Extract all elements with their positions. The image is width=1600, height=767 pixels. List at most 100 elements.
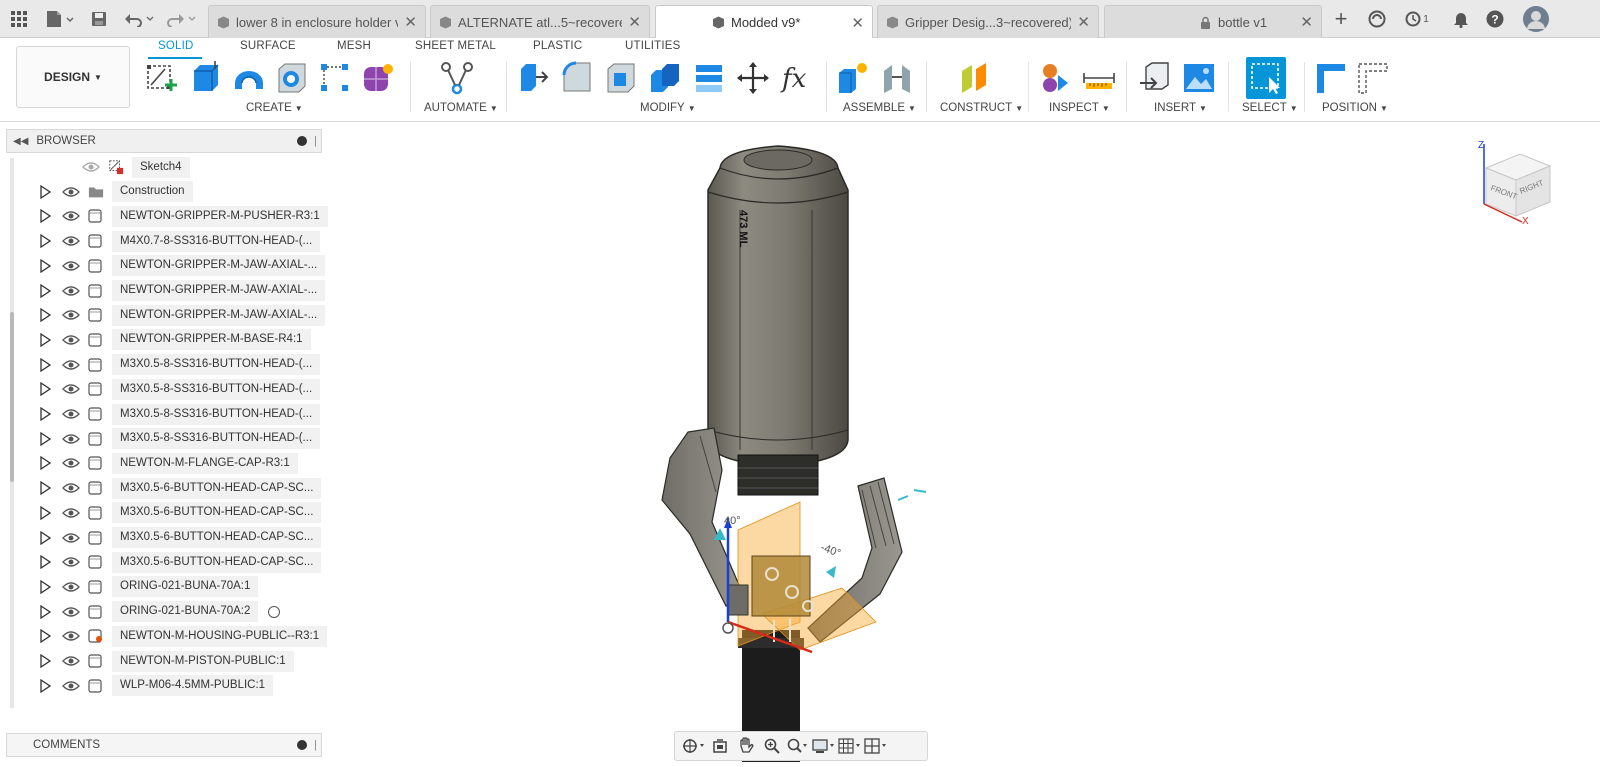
revolve-icon[interactable] [232, 59, 266, 97]
hole-icon[interactable] [275, 59, 309, 97]
close-icon[interactable]: ✕ [1300, 13, 1313, 31]
help-icon[interactable]: ? [1484, 8, 1506, 30]
panel-drag-handle[interactable]: | [314, 739, 317, 751]
form-icon[interactable] [361, 59, 395, 97]
browser-tree-node[interactable]: NEWTON-M-HOUSING-PUBLIC--R3:1 [38, 624, 328, 648]
expand-triangle-icon[interactable] [38, 283, 52, 298]
extensions-icon[interactable] [1366, 8, 1388, 30]
browser-tree-node[interactable]: M4X0.7-8-SS316-BUTTON-HEAD-(... [38, 229, 321, 253]
combine-icon[interactable] [648, 59, 682, 97]
grid-snaps-icon[interactable] [837, 735, 863, 757]
visibility-eye-icon[interactable] [62, 605, 80, 619]
expand-triangle-icon[interactable] [38, 654, 52, 668]
browser-tree-node[interactable]: M3X0.5-6-BUTTON-HEAD-CAP-SC... [38, 550, 322, 574]
browser-tree-node[interactable]: NEWTON-M-FLANGE-CAP-R3:1 [38, 451, 298, 475]
browser-tree-node[interactable]: ORING-021-BUNA-70A:2 [38, 600, 281, 624]
visibility-eye-icon[interactable] [62, 629, 80, 643]
offset-plane-icon[interactable] [958, 59, 992, 97]
browser-tree-node[interactable]: WLP-M06-4.5MM-PUBLIC:1 [38, 674, 274, 698]
joint-icon[interactable] [880, 59, 914, 97]
modify-menu[interactable]: MODIFY ▼ [640, 102, 696, 114]
browser-tree-node[interactable]: NEWTON-GRIPPER-M-JAW-AXIAL-... [38, 254, 326, 278]
insert-canvas-icon[interactable] [1182, 59, 1216, 97]
visibility-eye-icon[interactable] [62, 407, 80, 421]
browser-tree-node[interactable]: M3X0.5-6-BUTTON-HEAD-CAP-SC... [38, 476, 322, 500]
insert-derive-icon[interactable] [1138, 59, 1172, 97]
align-icon[interactable] [692, 59, 726, 97]
expand-triangle-icon[interactable] [38, 209, 52, 224]
visibility-eye-icon[interactable] [62, 209, 80, 223]
document-tab-5[interactable]: bottle v1 ✕ [1104, 5, 1322, 38]
expand-triangle-icon[interactable] [38, 530, 52, 545]
expand-triangle-icon[interactable] [38, 678, 52, 693]
visibility-eye-icon[interactable] [62, 456, 80, 470]
expand-triangle-icon[interactable] [38, 308, 52, 323]
file-menu-icon[interactable] [42, 8, 76, 30]
tab-surface[interactable]: SURFACE [240, 40, 296, 52]
select-icon[interactable] [1246, 57, 1286, 99]
measure-icon[interactable] [1082, 59, 1116, 97]
tab-mesh[interactable]: MESH [337, 40, 371, 52]
expand-triangle-icon[interactable] [38, 258, 52, 273]
comments-panel[interactable]: COMMENTS | [6, 733, 322, 757]
visibility-eye-icon[interactable] [62, 382, 80, 396]
assemble-menu[interactable]: ASSEMBLE ▼ [843, 102, 916, 114]
browser-tree-node[interactable]: M3X0.5-8-SS316-BUTTON-HEAD-(... [38, 427, 321, 451]
close-icon[interactable]: ✕ [851, 14, 864, 32]
revert-position-icon[interactable] [1356, 59, 1390, 97]
automate-icon[interactable] [440, 59, 474, 97]
extrude-icon[interactable] [188, 59, 222, 97]
visibility-eye-icon[interactable] [62, 358, 80, 372]
app-grid-icon[interactable] [8, 8, 30, 30]
user-avatar[interactable] [1522, 5, 1550, 33]
parameters-fx-icon[interactable]: fx [780, 59, 814, 97]
expand-triangle-icon[interactable] [38, 234, 52, 249]
document-tab-2[interactable]: ALTERNATE atl...5~recovered)* ✕ [430, 5, 650, 38]
tab-solid[interactable]: SOLID [158, 40, 194, 52]
create-menu[interactable]: CREATE ▼ [246, 102, 303, 114]
expand-triangle-icon[interactable] [38, 456, 52, 471]
visibility-eye-icon[interactable] [62, 555, 80, 569]
position-menu[interactable]: POSITION ▼ [1322, 102, 1388, 114]
browser-scrollbar-thumb[interactable] [10, 312, 14, 482]
viewports-icon[interactable] [863, 735, 889, 757]
browser-tree-node[interactable]: M3X0.5-8-SS316-BUTTON-HEAD-(... [38, 353, 321, 377]
expand-triangle-icon[interactable] [38, 481, 52, 496]
panel-drag-handle[interactable]: | [314, 135, 317, 147]
visibility-eye-icon[interactable] [62, 308, 80, 322]
activate-component-radio-icon[interactable] [268, 605, 281, 618]
browser-tree-node[interactable]: NEWTON-GRIPPER-M-BASE-R4:1 [38, 328, 311, 352]
browser-tree-node[interactable]: M3X0.5-8-SS316-BUTTON-HEAD-(... [38, 402, 321, 426]
viewcube[interactable]: Z X FRONT RIGHT [1474, 138, 1570, 228]
visibility-eye-icon[interactable] [62, 654, 80, 668]
inspect-menu[interactable]: INSPECT ▼ [1049, 102, 1110, 114]
new-tab-plus-icon[interactable]: + [1330, 6, 1352, 31]
fillet-icon[interactable] [560, 59, 594, 97]
redo-icon[interactable] [164, 8, 198, 30]
close-icon[interactable]: ✕ [404, 13, 417, 31]
expand-triangle-icon[interactable] [38, 382, 52, 397]
capture-position-icon[interactable] [1314, 59, 1348, 97]
browser-tree-node[interactable]: M3X0.5-6-BUTTON-HEAD-CAP-SC... [38, 501, 322, 525]
move-copy-icon[interactable] [736, 59, 770, 97]
model-render[interactable]: 473 ML 40° -40° [330, 124, 1600, 762]
tab-utilities[interactable]: UTILITIES [625, 40, 680, 52]
browser-tree-node[interactable]: NEWTON-GRIPPER-M-JAW-AXIAL-... [38, 303, 326, 327]
visibility-eye-icon[interactable] [62, 333, 80, 347]
expand-triangle-icon[interactable] [38, 604, 52, 619]
visibility-eye-icon[interactable] [62, 481, 80, 495]
job-status-icon[interactable]: 1 [1402, 8, 1432, 30]
visibility-eye-hidden-icon[interactable] [82, 160, 100, 174]
zoom-window-icon[interactable] [785, 735, 811, 757]
close-icon[interactable]: ✕ [628, 13, 641, 31]
pan-hand-icon[interactable] [733, 735, 759, 757]
document-tab-3[interactable]: Modded v9* ✕ [655, 5, 873, 39]
create-sketch-icon[interactable] [145, 59, 179, 97]
browser-tree-node[interactable]: NEWTON-GRIPPER-M-JAW-AXIAL-... [38, 279, 326, 303]
browser-tree-node[interactable]: M3X0.5-6-BUTTON-HEAD-CAP-SC... [38, 526, 322, 550]
browser-tree-node[interactable]: ORING-021-BUNA-70A:1 [38, 575, 259, 599]
visibility-eye-icon[interactable] [62, 506, 80, 520]
insert-menu[interactable]: INSERT ▼ [1154, 102, 1207, 114]
close-icon[interactable]: ✕ [1077, 13, 1090, 31]
expand-triangle-icon[interactable] [38, 332, 52, 347]
